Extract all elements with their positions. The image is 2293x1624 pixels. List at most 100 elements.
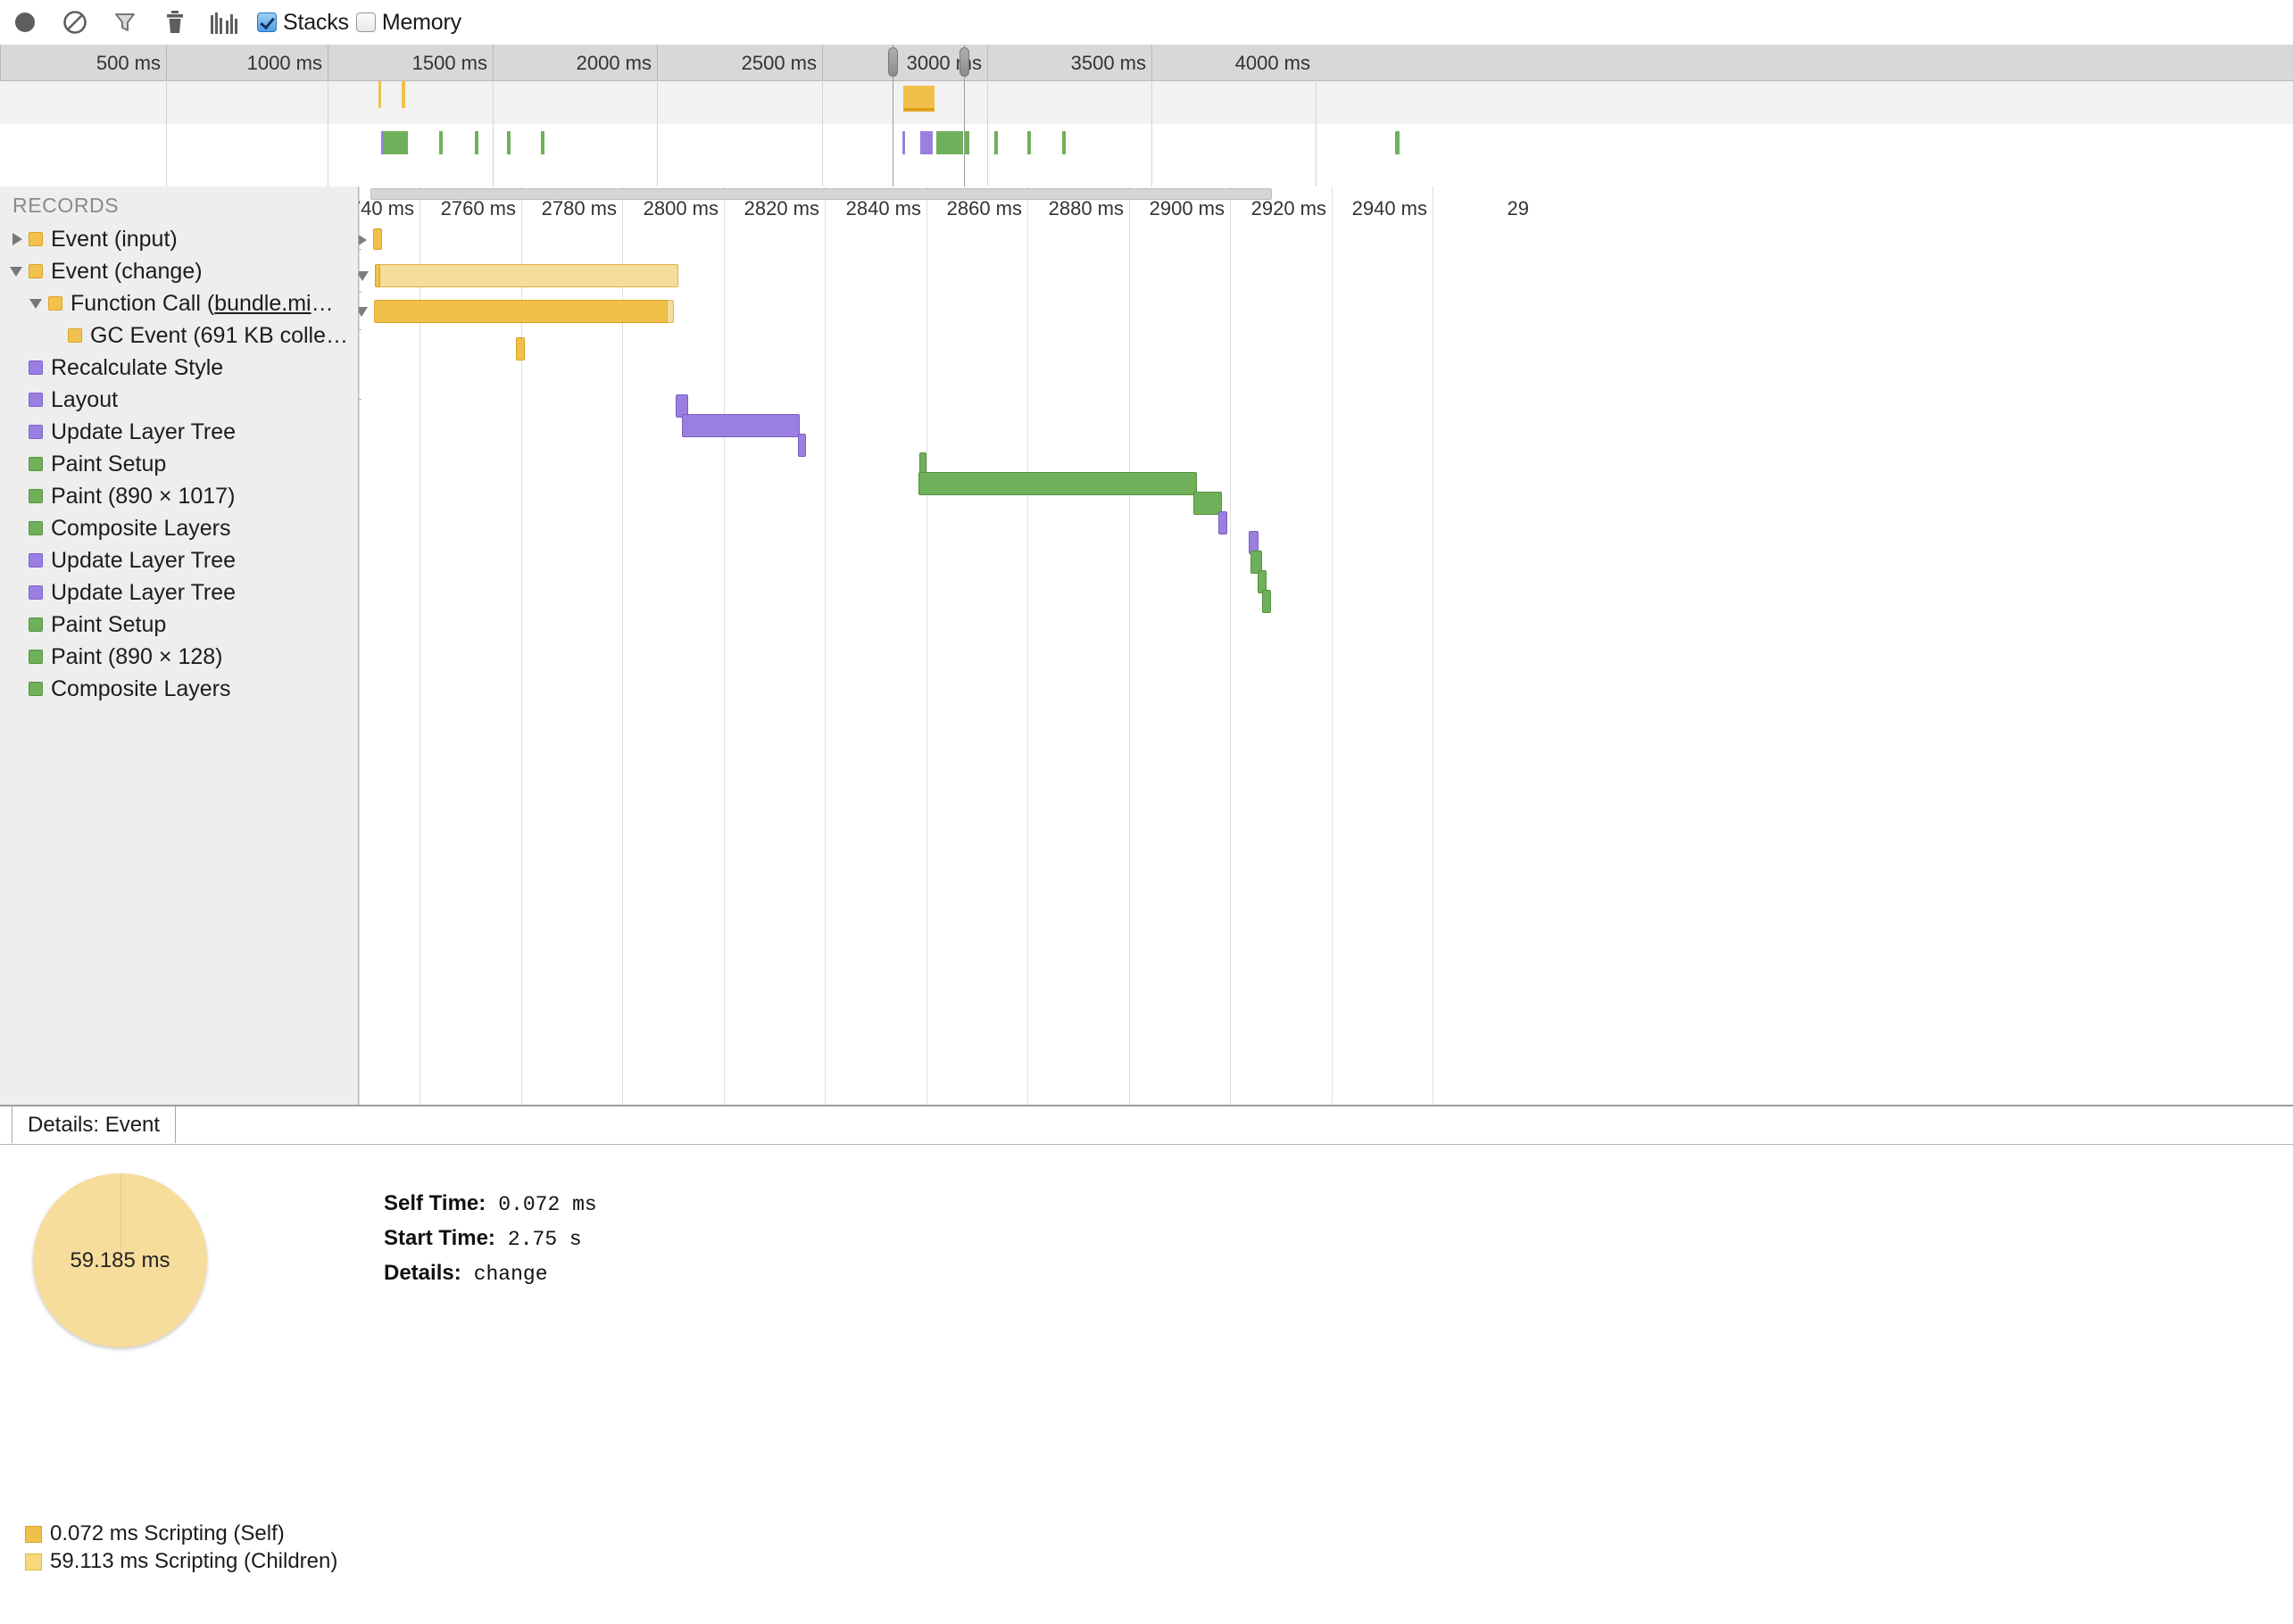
flame-chart-tick-label: 2880 ms bbox=[1049, 197, 1124, 220]
details-row: Details: change bbox=[384, 1261, 548, 1286]
flame-chart-tick: 2880 ms bbox=[1027, 186, 1129, 1105]
flame-chart-tick-label: 2860 ms bbox=[947, 197, 1022, 220]
overview-ruler: 500 ms1000 ms1500 ms2000 ms2500 ms3000 m… bbox=[0, 45, 2293, 81]
record-row[interactable]: Event (change) bbox=[0, 255, 358, 287]
flame-bar-composite-layers-2[interactable] bbox=[1262, 590, 1271, 613]
twisty-spacer bbox=[7, 615, 27, 634]
timeline-overview[interactable]: 500 ms1000 ms1500 ms2000 ms2500 ms3000 m… bbox=[0, 45, 2293, 186]
record-label: GC Event (691 KB colle… bbox=[90, 323, 348, 349]
record-label: Layout bbox=[51, 387, 118, 413]
flame-bar-event-change-inner[interactable] bbox=[375, 264, 380, 287]
record-row[interactable]: Update Layer Tree bbox=[0, 544, 358, 576]
record-label: Update Layer Tree bbox=[51, 580, 236, 606]
flame-chart-tick-label: 2820 ms bbox=[744, 197, 819, 220]
details-row-value: change bbox=[474, 1263, 548, 1286]
record-row[interactable]: Composite Layers bbox=[0, 673, 358, 705]
overview-tick-label: 3500 ms bbox=[1071, 52, 1146, 75]
twisty-spacer bbox=[7, 454, 27, 474]
twisty-spacer bbox=[7, 679, 27, 699]
flame-bar-gc-event[interactable] bbox=[516, 337, 525, 360]
flame-chart-tick-label: 2780 ms bbox=[542, 197, 617, 220]
flame-chart-tick-label: 2760 ms bbox=[441, 197, 516, 220]
details-tabstrip: Details: Event bbox=[0, 1106, 2293, 1145]
flame-bar-event-change[interactable] bbox=[375, 264, 678, 287]
flame-chart[interactable]: 2740 ms2760 ms2780 ms2800 ms2820 ms2840 … bbox=[359, 186, 2293, 1105]
details-legend-swatch bbox=[25, 1554, 42, 1570]
flame-bar-update-layer-tree-1[interactable] bbox=[798, 434, 806, 457]
record-row[interactable]: Update Layer Tree bbox=[0, 576, 358, 609]
record-category-swatch bbox=[29, 489, 43, 503]
flame-bar-event-input[interactable] bbox=[373, 228, 382, 250]
record-row[interactable]: Paint (890 × 1017) bbox=[0, 480, 358, 512]
overview-bar bbox=[1027, 131, 1031, 154]
filter-icon[interactable] bbox=[100, 0, 150, 45]
record-row[interactable]: Function Call (bundle.mi… bbox=[0, 287, 358, 319]
flame-bar-chevron-down-icon[interactable] bbox=[359, 267, 373, 285]
record-label: Update Layer Tree bbox=[51, 548, 236, 574]
chevron-down-icon[interactable] bbox=[7, 261, 27, 281]
zoom-window-left-handle[interactable] bbox=[888, 47, 898, 77]
overview-bar bbox=[378, 81, 381, 108]
record-row[interactable]: Paint (890 × 128) bbox=[0, 641, 358, 673]
overview-bar bbox=[475, 131, 478, 154]
record-category-swatch bbox=[29, 425, 43, 439]
records-list: Event (input)Event (change)Function Call… bbox=[0, 223, 358, 705]
details-pie-chart: 59.185 ms bbox=[33, 1173, 207, 1347]
chevron-down-icon[interactable] bbox=[27, 294, 46, 313]
details-row-key: Start Time: bbox=[384, 1226, 495, 1251]
overview-bar bbox=[439, 131, 443, 154]
tree-connector-tick bbox=[359, 399, 361, 400]
overview-tick: 2500 ms bbox=[657, 45, 822, 80]
twisty-spacer bbox=[7, 486, 27, 506]
twisty-spacer bbox=[7, 358, 27, 377]
flame-chart-tick: 2840 ms bbox=[825, 186, 926, 1105]
stacks-checkbox-box bbox=[257, 12, 277, 32]
chevron-right-icon[interactable] bbox=[7, 229, 27, 249]
memory-checkbox[interactable]: Memory bbox=[356, 0, 461, 45]
record-row[interactable]: Paint Setup bbox=[0, 448, 358, 480]
record-source-link[interactable]: bundle.mi bbox=[214, 291, 311, 316]
flame-bar-update-layer-tree-2[interactable] bbox=[1218, 511, 1227, 534]
zoom-window-right-handle[interactable] bbox=[960, 47, 969, 77]
flame-bar-paint-1[interactable] bbox=[918, 472, 1197, 495]
overview-bar bbox=[902, 131, 905, 154]
record-icon[interactable] bbox=[0, 0, 50, 45]
trash-icon[interactable] bbox=[150, 0, 200, 45]
pie-total-label: 59.185 ms bbox=[33, 1248, 207, 1273]
details-row-value: 2.75 s bbox=[508, 1228, 582, 1251]
record-label: Paint (890 × 1017) bbox=[51, 484, 235, 510]
flame-bar-chevron-right-icon[interactable] bbox=[359, 231, 371, 249]
flame-chart-tick: 2800 ms bbox=[622, 186, 724, 1105]
overview-bar bbox=[903, 86, 935, 112]
record-row[interactable]: Composite Layers bbox=[0, 512, 358, 544]
record-category-swatch bbox=[29, 585, 43, 600]
record-category-swatch bbox=[48, 296, 62, 311]
flame-bar-function-call[interactable] bbox=[374, 300, 672, 323]
flame-bar-function-call-tail[interactable] bbox=[667, 300, 674, 323]
details-legend-label: 59.113 ms Scripting (Children) bbox=[50, 1549, 337, 1574]
details-legend-label: 0.072 ms Scripting (Self) bbox=[50, 1521, 285, 1546]
flame-bar-composite-layers-1[interactable] bbox=[1193, 492, 1222, 515]
overview-bar bbox=[920, 131, 933, 154]
flame-chart-horizontal-scrollbar[interactable] bbox=[370, 188, 1272, 200]
record-label: Recalculate Style bbox=[51, 355, 223, 381]
clear-icon[interactable] bbox=[50, 0, 100, 45]
record-row[interactable]: Recalculate Style bbox=[0, 352, 358, 384]
overview-bar bbox=[1062, 131, 1066, 154]
flame-bar-layout[interactable] bbox=[682, 414, 800, 437]
stacks-checkbox[interactable]: Stacks bbox=[257, 0, 349, 45]
details-row-key: Details: bbox=[384, 1261, 461, 1286]
record-row[interactable]: Paint Setup bbox=[0, 609, 358, 641]
timeline-main: RECORDS Event (input)Event (change)Funct… bbox=[0, 186, 2293, 1105]
record-row[interactable]: GC Event (691 KB colle… bbox=[0, 319, 358, 352]
overview-tick-label: 4000 ms bbox=[1235, 52, 1310, 75]
tab-details-event[interactable]: Details: Event bbox=[12, 1106, 176, 1143]
details-legend-row: 59.113 ms Scripting (Children) bbox=[25, 1549, 337, 1574]
record-row[interactable]: Event (input) bbox=[0, 223, 358, 255]
overview-tick-label: 1000 ms bbox=[247, 52, 322, 75]
record-row[interactable]: Update Layer Tree bbox=[0, 416, 358, 448]
flame-bar-chevron-down-icon[interactable] bbox=[359, 302, 372, 320]
frames-icon[interactable] bbox=[200, 0, 250, 45]
record-category-swatch bbox=[29, 457, 43, 471]
record-row[interactable]: Layout bbox=[0, 384, 358, 416]
